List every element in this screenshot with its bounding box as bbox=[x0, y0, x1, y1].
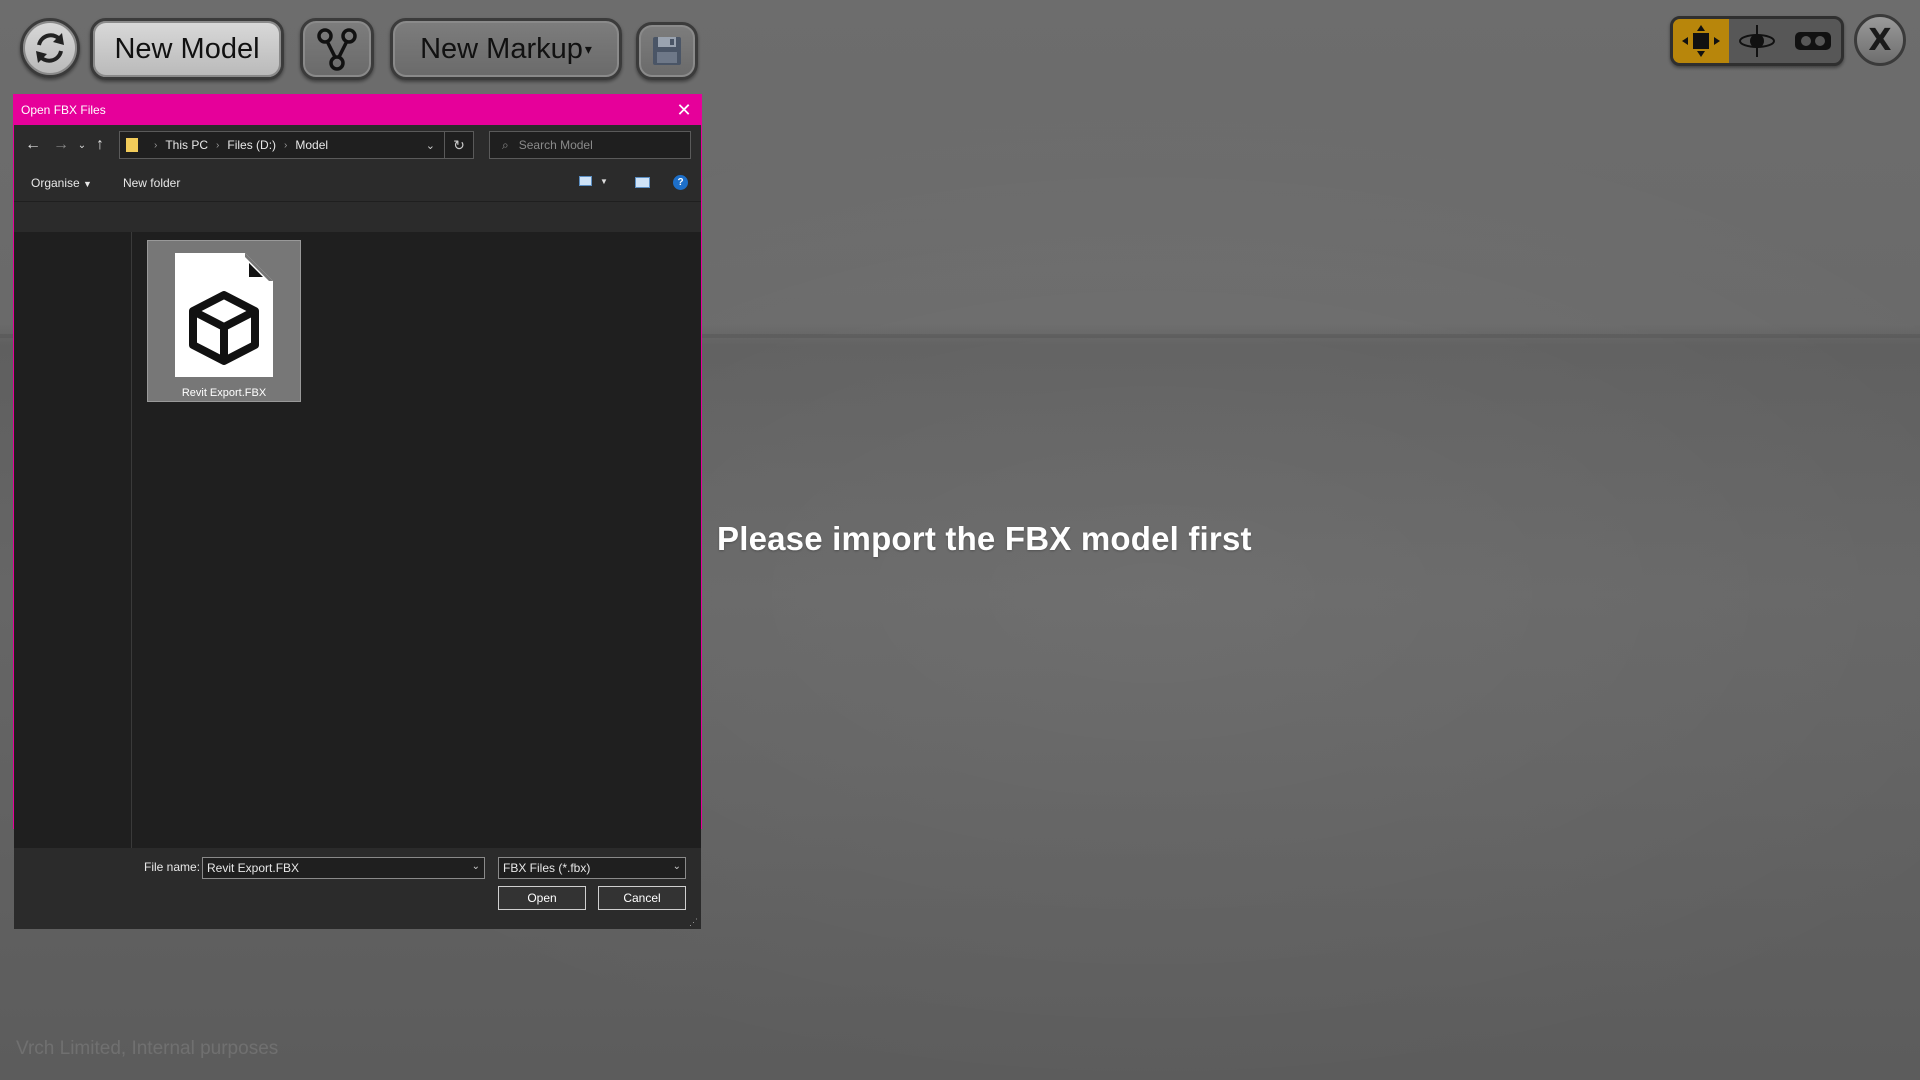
breadcrumb-separator: › bbox=[216, 139, 220, 151]
view-mode-vr[interactable] bbox=[1785, 19, 1841, 63]
chevron-down-icon: ⌄ bbox=[77, 139, 87, 151]
vr-mode-icon bbox=[1795, 32, 1831, 50]
navigation-bar: ← → ⌄ ↑ › This PC › Files (D:) › Model ⌄… bbox=[14, 125, 701, 165]
file-type-value: FBX Files (*.fbx) bbox=[503, 861, 591, 875]
search-icon: ⌕ bbox=[502, 137, 509, 152]
new-markup-button[interactable]: New Markup ▾ bbox=[390, 18, 622, 80]
dialog-body: Revit Export.FBX bbox=[14, 232, 701, 848]
breadcrumb-separator: › bbox=[154, 139, 158, 151]
organise-menu[interactable]: Organise ▼ bbox=[31, 176, 92, 190]
branch-button[interactable] bbox=[300, 18, 374, 80]
file-list[interactable]: Revit Export.FBX bbox=[132, 232, 701, 848]
open-button[interactable]: Open bbox=[498, 886, 586, 910]
dialog-title-bar[interactable]: Open FBX Files ✕ bbox=[14, 95, 701, 125]
organise-label: Organise bbox=[31, 176, 80, 190]
new-folder-button[interactable]: New folder bbox=[123, 176, 180, 190]
file-name-value: Revit Export.FBX bbox=[207, 861, 300, 875]
cancel-button[interactable]: Cancel bbox=[598, 886, 686, 910]
chevron-down-icon[interactable]: ⌄ bbox=[673, 861, 681, 872]
arrow-up-icon: ↑ bbox=[96, 136, 104, 153]
move-mode-icon bbox=[1682, 25, 1720, 57]
address-bar[interactable]: › This PC › Files (D:) › Model ⌄ ↻ bbox=[119, 131, 474, 159]
chevron-down-icon[interactable]: ⌄ bbox=[472, 861, 480, 872]
refresh-icon bbox=[36, 33, 64, 63]
change-view-button[interactable]: ▼ bbox=[579, 176, 608, 186]
address-dropdown-icon[interactable]: ⌄ bbox=[426, 132, 435, 158]
arrow-left-icon: ← bbox=[25, 136, 41, 153]
file-name-input[interactable]: Revit Export.FBX ⌄ bbox=[202, 857, 485, 879]
navigation-pane[interactable] bbox=[14, 232, 132, 848]
new-model-label: New Model bbox=[114, 32, 260, 65]
chevron-down-icon: ▼ bbox=[83, 179, 92, 189]
dialog-close-button[interactable]: ✕ bbox=[667, 95, 701, 125]
view-icon bbox=[579, 176, 592, 186]
breadcrumb-separator: › bbox=[284, 139, 288, 151]
new-model-button[interactable]: New Model bbox=[90, 18, 284, 80]
resize-grip-icon[interactable]: ⋰ bbox=[689, 917, 699, 927]
floppy-disk-icon bbox=[653, 37, 681, 65]
chevron-down-icon: ▼ bbox=[600, 176, 608, 186]
dialog-footer: File name: Revit Export.FBX ⌄ FBX Files … bbox=[14, 848, 701, 929]
refresh-button[interactable] bbox=[20, 18, 80, 78]
breadcrumb-model[interactable]: Model bbox=[295, 138, 328, 152]
close-icon: ✕ bbox=[676, 99, 692, 120]
breadcrumb-files-d[interactable]: Files (D:) bbox=[227, 138, 276, 152]
3d-model-file-icon bbox=[175, 253, 273, 377]
arrow-right-icon: → bbox=[53, 136, 69, 153]
search-field[interactable]: ⌕ Search Model bbox=[489, 131, 691, 159]
file-name: Revit Export.FBX bbox=[181, 387, 267, 399]
file-name-label: File name: bbox=[144, 860, 201, 874]
refresh-folder-icon[interactable]: ↻ bbox=[444, 132, 473, 158]
up-button[interactable]: ↑ bbox=[89, 136, 111, 154]
import-prompt-message: Please import the FBX model first bbox=[717, 520, 1252, 557]
command-bar: Organise ▼ New folder ▼ ? bbox=[14, 165, 701, 202]
orbit-mode-icon bbox=[1739, 25, 1775, 57]
search-placeholder: Search Model bbox=[518, 138, 593, 152]
view-mode-move[interactable] bbox=[1673, 19, 1729, 63]
save-button[interactable] bbox=[636, 22, 698, 80]
recent-locations-button[interactable]: ⌄ bbox=[75, 140, 89, 151]
file-type-select[interactable]: FBX Files (*.fbx) ⌄ bbox=[498, 857, 686, 879]
back-button[interactable]: ← bbox=[19, 136, 47, 154]
view-mode-orbit[interactable] bbox=[1729, 19, 1785, 63]
dialog-title: Open FBX Files bbox=[21, 103, 106, 117]
file-item[interactable]: Revit Export.FBX bbox=[147, 240, 301, 402]
breadcrumb-this-pc[interactable]: This PC bbox=[165, 138, 208, 152]
new-markup-label: New Markup bbox=[420, 32, 583, 65]
close-app-button[interactable]: X bbox=[1854, 14, 1906, 66]
watermark-text: Vrch Limited, Internal purposes bbox=[16, 1038, 279, 1059]
open-file-dialog: Open FBX Files ✕ ← → ⌄ ↑ › This PC › Fil… bbox=[13, 94, 702, 929]
view-mode-toggle[interactable] bbox=[1670, 16, 1844, 66]
help-icon[interactable]: ? bbox=[673, 175, 688, 190]
forward-button[interactable]: → bbox=[47, 136, 75, 154]
folder-icon bbox=[126, 138, 138, 152]
preview-pane-icon[interactable] bbox=[635, 177, 650, 188]
chevron-down-icon: ▾ bbox=[584, 40, 592, 57]
branch-icon bbox=[317, 28, 357, 71]
